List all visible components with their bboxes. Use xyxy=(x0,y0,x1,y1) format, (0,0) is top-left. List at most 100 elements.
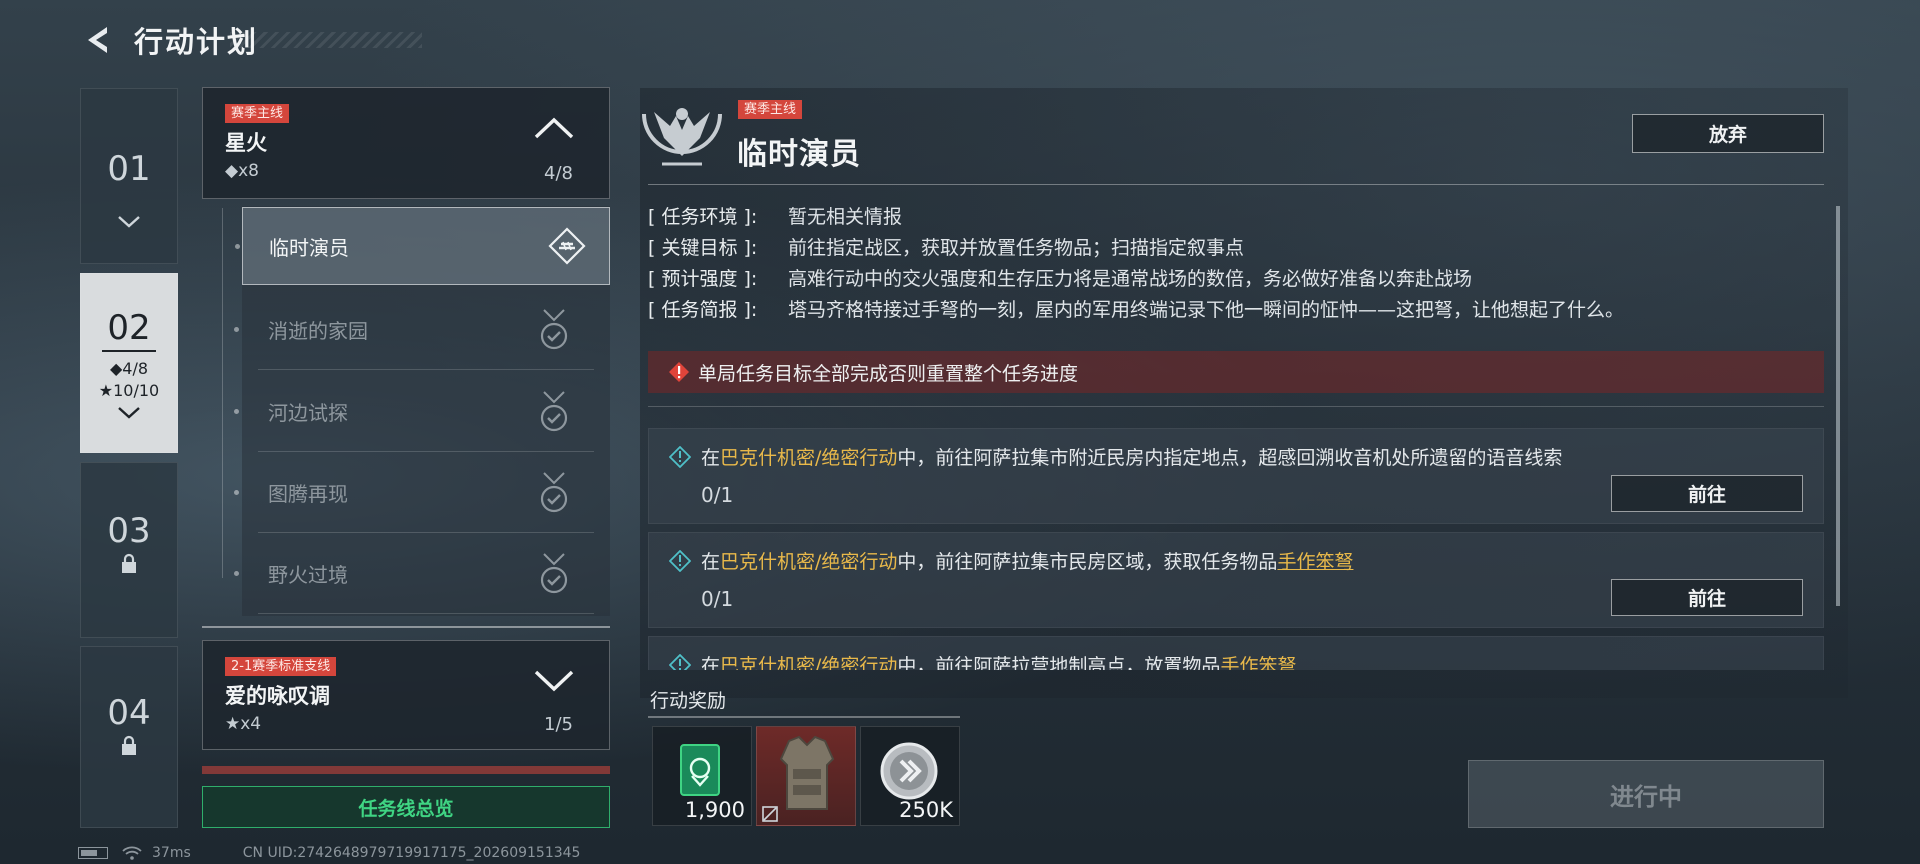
in-progress-diamond-icon xyxy=(548,227,586,265)
objective-diamond-icon xyxy=(669,446,691,468)
tree-dot xyxy=(234,327,239,332)
sub-mission-item[interactable]: 图腾再现 xyxy=(234,453,594,533)
chapter-tab-01[interactable]: 01 xyxy=(80,88,178,264)
mission-info: [ 任务环境 ]: 暂无相关情报 [ 关键目标 ]: 前往指定战区，获取并放置任… xyxy=(648,202,1828,326)
eagle-emblem-icon xyxy=(642,108,722,166)
battery-icon xyxy=(78,847,108,859)
chapter-tab-04[interactable]: 04 xyxy=(80,646,178,828)
scrollbar[interactable] xyxy=(1836,206,1840,606)
armor-vest-icon xyxy=(779,735,835,810)
item-link[interactable]: 手作笨弩 xyxy=(1220,655,1296,670)
mission-group-card[interactable]: 2-1赛季标准支线 爱的咏叹调 ★x4 1/5 xyxy=(202,640,610,750)
map-name[interactable]: 巴克什机密/绝密行动 xyxy=(720,551,897,573)
sub-mission-label: 临时演员 xyxy=(269,235,349,260)
warning-banner: 单局任务目标全部完成否则重置整个任务进度 xyxy=(648,351,1824,393)
chapter-number: 03 xyxy=(107,511,151,551)
warning-text: 单局任务目标全部完成否则重置整个任务进度 xyxy=(698,362,1079,385)
objective-progress: 0/1 xyxy=(701,587,734,611)
divider xyxy=(648,716,960,718)
mission-group-card[interactable]: 赛季主线 星火 ◆x8 4/8 xyxy=(202,87,610,199)
next-group-peek xyxy=(202,766,610,774)
chapter-diamond-progress: ◆4/8 xyxy=(109,359,149,378)
objective-item: 在巴克什机密/绝密行动中，前往阿萨拉营地制高点，放置物品手作笨弩 xyxy=(648,636,1824,670)
status-bar: 37ms CN UID:2742648979719917175_20260915… xyxy=(78,844,580,862)
reward-slot[interactable]: 1,900 xyxy=(652,726,752,826)
objective-diamond-icon xyxy=(669,550,691,572)
item-link[interactable]: 手作笨弩 xyxy=(1277,551,1353,573)
coin-icon xyxy=(880,742,938,800)
reward-slot[interactable]: 250K xyxy=(860,726,960,826)
info-row-briefing: [ 任务简报 ]: 塔马齐格特接过手弩的一刻，屋内的军用终端记录下他一瞬间的怔忡… xyxy=(648,295,1828,326)
go-button[interactable]: 前往 xyxy=(1611,579,1803,616)
tree-dot xyxy=(234,409,239,414)
exp-card-icon xyxy=(680,744,720,796)
info-row-intensity: [ 预计强度 ]: 高难行动中的交火强度和生存压力将是通常战场的数倍，务必做好准… xyxy=(648,264,1828,295)
group-progress: 4/8 xyxy=(544,163,573,184)
info-key: [ 预计强度 ]: xyxy=(648,268,758,290)
info-value: 塔马齐格特接过手弩的一刻，屋内的军用终端记录下他一瞬间的怔忡——这把弩，让他想起… xyxy=(788,299,1625,321)
uid-text: CN UID:2742648979719917175_202609151345 xyxy=(242,845,581,861)
chevron-down-icon xyxy=(118,407,140,419)
chapter-number: 02 xyxy=(107,308,151,348)
map-name[interactable]: 巴克什机密/绝密行动 xyxy=(720,655,897,670)
divider xyxy=(202,626,610,628)
divider xyxy=(648,184,1824,185)
chapter-number: 01 xyxy=(107,149,151,189)
mission-overview-button[interactable]: 任务线总览 xyxy=(202,786,610,828)
map-name[interactable]: 巴克什机密/绝密行动 xyxy=(720,447,897,469)
sub-mission-item[interactable]: 临时演员 xyxy=(235,207,610,285)
lock-icon xyxy=(122,553,136,573)
no-trade-icon xyxy=(762,806,778,822)
group-tag: 2-1赛季标准支线 xyxy=(225,657,337,676)
sub-mission-label: 河边试探 xyxy=(268,401,348,425)
back-arrow-icon[interactable] xyxy=(80,23,114,57)
reward-quantity: 250K xyxy=(899,798,953,822)
detail-tag: 赛季主线 xyxy=(738,100,803,119)
objective-text: 在巴克什机密/绝密行动中，前往阿萨拉集市附近民房内指定地点，超感回溯收音机处所遗… xyxy=(701,447,1563,469)
chevron-down-icon[interactable] xyxy=(533,669,575,693)
objective-item: 在巴克什机密/绝密行动中，前往阿萨拉集市附近民房内指定地点，超感回溯收音机处所遗… xyxy=(648,428,1824,524)
info-row-environment: [ 任务环境 ]: 暂无相关情报 xyxy=(648,202,1828,233)
sub-mission-item[interactable]: 野火过境 xyxy=(234,534,594,614)
info-key: [ 关键目标 ]: xyxy=(648,237,758,259)
abandon-button[interactable]: 放弃 xyxy=(1632,114,1824,153)
reward-quantity: 1,900 xyxy=(684,798,745,822)
lock-icon xyxy=(122,735,136,755)
header-decoration xyxy=(230,32,422,48)
completed-medal-icon xyxy=(540,552,568,593)
rewards-title: 行动奖励 xyxy=(650,690,727,712)
tree-dot xyxy=(234,571,239,576)
sub-mission-label: 图腾再现 xyxy=(268,482,348,506)
info-key: [ 任务简报 ]: xyxy=(648,299,758,321)
tree-dot xyxy=(235,243,240,249)
objective-text: 在巴克什机密/绝密行动中，前往阿萨拉集市民房区域，获取任务物品手作笨弩 xyxy=(701,551,1354,573)
chapter-tab-02[interactable]: 02 ◆4/8 ★10/10 xyxy=(80,273,178,453)
info-value: 暂无相关情报 xyxy=(788,206,903,228)
chapter-tab-03[interactable]: 03 xyxy=(80,462,178,638)
mission-title: 临时演员 xyxy=(737,137,861,172)
divider xyxy=(648,406,1824,407)
chevron-down-icon xyxy=(118,216,140,228)
tree-line xyxy=(222,208,223,578)
completed-medal-icon xyxy=(540,390,568,431)
warning-icon xyxy=(669,362,689,382)
sub-mission-label: 野火过境 xyxy=(268,563,348,587)
sub-mission-item[interactable]: 河边试探 xyxy=(234,372,594,452)
objective-progress: 0/1 xyxy=(701,483,734,507)
ping-value: 37ms xyxy=(152,845,191,861)
chapter-number: 04 xyxy=(107,693,151,733)
group-progress: 1/5 xyxy=(544,714,573,735)
objective-list[interactable]: 在巴克什机密/绝密行动中，前往阿萨拉集市附近民房内指定地点，超感回溯收音机处所遗… xyxy=(648,428,1824,670)
chapter-star-progress: ★10/10 xyxy=(98,381,160,400)
chevron-up-icon[interactable] xyxy=(533,116,575,140)
reward-slot[interactable] xyxy=(756,726,856,826)
info-row-objective: [ 关键目标 ]: 前往指定战区，获取并放置任务物品；扫描指定叙事点 xyxy=(648,233,1828,264)
info-value: 前往指定战区，获取并放置任务物品；扫描指定叙事点 xyxy=(788,237,1245,259)
in-progress-button[interactable]: 进行中 xyxy=(1468,760,1824,828)
go-button[interactable]: 前往 xyxy=(1611,475,1803,512)
sub-mission-item[interactable]: 消逝的家园 xyxy=(234,290,594,370)
completed-medal-icon xyxy=(540,308,568,349)
completed-medal-icon xyxy=(540,471,568,512)
tree-dot xyxy=(234,490,239,495)
objective-text: 在巴克什机密/绝密行动中，前往阿萨拉营地制高点，放置物品手作笨弩 xyxy=(701,651,1296,670)
